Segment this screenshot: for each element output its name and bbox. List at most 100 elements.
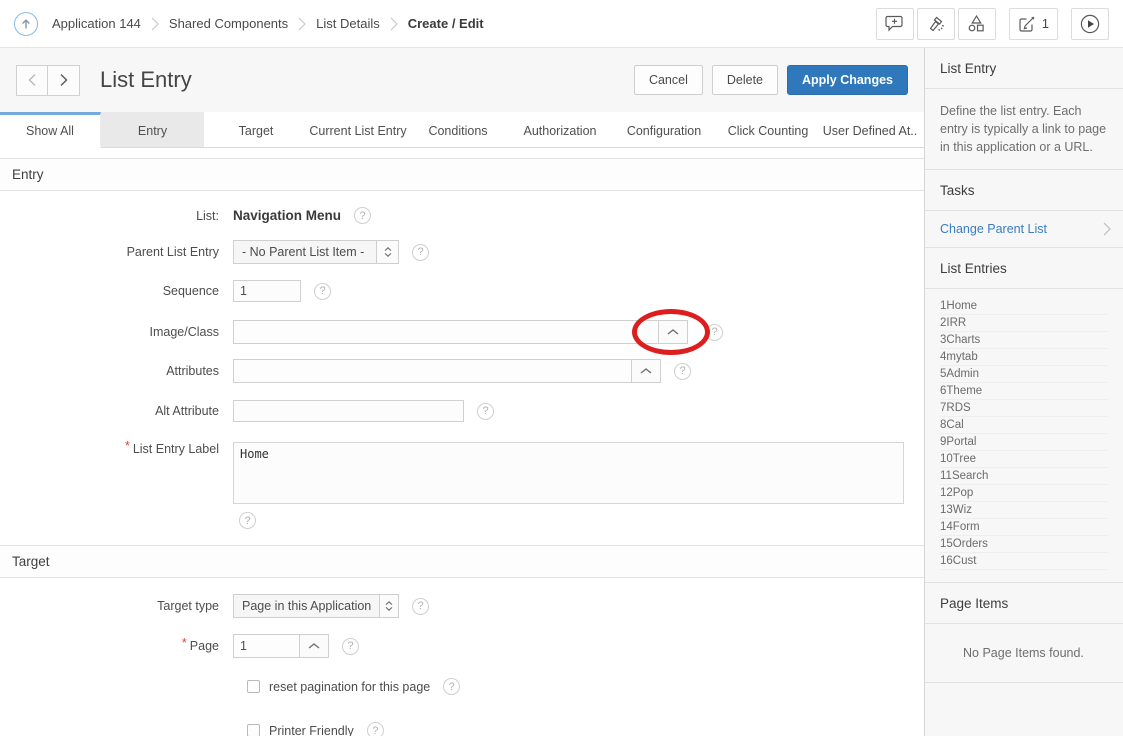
breadcrumb-separator-icon	[298, 16, 306, 32]
list-item[interactable]: 15Orders	[940, 536, 1108, 553]
run-application-button[interactable]	[1071, 8, 1109, 40]
tab-current-list-entry[interactable]: Current List Entry	[308, 112, 408, 147]
previous-entry-button[interactable]	[16, 65, 48, 96]
change-parent-list-link[interactable]: Change Parent List	[925, 211, 1123, 248]
image-class-label: Image/Class	[0, 325, 233, 339]
help-icon[interactable]: ?	[443, 678, 460, 695]
target-type-value: Page in this Application	[234, 599, 379, 613]
tab-click-counting[interactable]: Click Counting	[716, 112, 820, 147]
list-item[interactable]: 4mytab	[940, 349, 1108, 366]
edit-page-button[interactable]: 1	[1009, 8, 1058, 40]
list-item[interactable]: 3Charts	[940, 332, 1108, 349]
list-item[interactable]: 12Pop	[940, 485, 1108, 502]
required-marker: *	[182, 636, 187, 650]
entry-section-header: Entry	[0, 158, 924, 191]
list-item[interactable]: 7RDS	[940, 400, 1108, 417]
list-value: Navigation Menu	[233, 208, 341, 223]
target-type-select[interactable]: Page in this Application	[233, 594, 399, 618]
reset-pagination-label: reset pagination for this page	[269, 680, 430, 694]
tab-target[interactable]: Target	[204, 112, 308, 147]
next-entry-button[interactable]	[48, 65, 80, 96]
breadcrumb-shared-components[interactable]: Shared Components	[165, 16, 292, 31]
feedback-icon	[885, 15, 904, 32]
list-entries-list: 1Home 2IRR 3Charts 4mytab 5Admin 6Theme …	[925, 289, 1123, 583]
list-item[interactable]: 1Home	[940, 298, 1108, 315]
sidebar-about-title: List Entry	[925, 48, 1123, 89]
alt-attribute-label: Alt Attribute	[0, 404, 233, 418]
main-content: List Entry Cancel Delete Apply Changes S…	[0, 48, 924, 736]
tab-show-all[interactable]: Show All	[0, 112, 101, 148]
alt-attribute-input[interactable]	[233, 400, 464, 422]
right-sidebar: List Entry Define the list entry. Each e…	[924, 48, 1123, 736]
help-icon[interactable]: ?	[412, 598, 429, 615]
tab-authorization[interactable]: Authorization	[508, 112, 612, 147]
image-class-input[interactable]	[233, 320, 658, 344]
help-icon[interactable]: ?	[674, 363, 691, 380]
reset-pagination-checkbox[interactable]	[247, 680, 260, 693]
help-icon[interactable]: ?	[342, 638, 359, 655]
run-icon	[1080, 14, 1100, 34]
sequence-label: Sequence	[0, 284, 233, 298]
image-class-combo	[233, 320, 688, 344]
help-icon[interactable]: ?	[412, 244, 429, 261]
app-home-icon[interactable]	[14, 12, 38, 36]
list-item[interactable]: 10Tree	[940, 451, 1108, 468]
list-item[interactable]: 9Portal	[940, 434, 1108, 451]
list-entry-label-label: *List Entry Label	[0, 442, 233, 456]
spotlight-search-button[interactable]	[917, 8, 955, 40]
required-marker: *	[125, 439, 130, 453]
list-item[interactable]: 6Theme	[940, 383, 1108, 400]
edit-page-icon	[1018, 15, 1036, 33]
help-icon[interactable]: ?	[239, 512, 256, 529]
page-header: List Entry Cancel Delete Apply Changes	[0, 48, 924, 112]
feedback-button[interactable]	[876, 8, 914, 40]
cancel-button[interactable]: Cancel	[634, 65, 703, 95]
tab-configuration[interactable]: Configuration	[612, 112, 716, 147]
list-label: List:	[0, 209, 233, 223]
parent-list-entry-value: - No Parent List Item -	[234, 245, 376, 259]
page-input[interactable]	[233, 634, 299, 658]
list-item[interactable]: 8Cal	[940, 417, 1108, 434]
apply-changes-button[interactable]: Apply Changes	[787, 65, 908, 95]
help-icon[interactable]: ?	[314, 283, 331, 300]
list-item[interactable]: 2IRR	[940, 315, 1108, 332]
help-icon[interactable]: ?	[477, 403, 494, 420]
attributes-combo	[233, 359, 661, 383]
tab-conditions[interactable]: Conditions	[408, 112, 508, 147]
list-item[interactable]: 13Wiz	[940, 502, 1108, 519]
breadcrumb-application[interactable]: Application 144	[48, 16, 145, 31]
shared-components-button[interactable]	[958, 8, 996, 40]
edit-page-number: 1	[1042, 16, 1049, 31]
help-icon[interactable]: ?	[367, 722, 384, 736]
change-parent-list-label: Change Parent List	[940, 222, 1047, 236]
sidebar-about-description: Define the list entry. Each entry is typ…	[925, 89, 1123, 170]
list-entry-label-textarea[interactable]: Home	[233, 442, 904, 504]
tab-entry[interactable]: Entry	[101, 112, 204, 147]
list-item[interactable]: 16Cust	[940, 553, 1108, 570]
help-icon[interactable]: ?	[706, 324, 723, 341]
list-item[interactable]: 11Search	[940, 468, 1108, 485]
chevron-right-icon	[1103, 222, 1111, 236]
delete-button[interactable]: Delete	[712, 65, 778, 95]
list-item[interactable]: 5Admin	[940, 366, 1108, 383]
breadcrumb-create-edit: Create / Edit	[404, 16, 488, 31]
list-item[interactable]: 14Form	[940, 519, 1108, 536]
apex-list-entry-page: Application 144 Shared Components List D…	[0, 0, 1123, 736]
page-title: List Entry	[100, 67, 192, 93]
attributes-popup-button[interactable]	[631, 359, 661, 383]
sidebar-list-entries-title: List Entries	[925, 248, 1123, 289]
tab-user-defined[interactable]: User Defined At..	[820, 112, 920, 147]
help-icon[interactable]: ?	[354, 207, 371, 224]
image-class-popup-button[interactable]	[658, 320, 688, 344]
record-navigation	[16, 65, 80, 96]
parent-list-entry-label: Parent List Entry	[0, 245, 233, 259]
target-type-label: Target type	[0, 599, 233, 613]
breadcrumb-bar: Application 144 Shared Components List D…	[0, 0, 1123, 48]
sequence-input[interactable]	[233, 280, 301, 302]
printer-friendly-checkbox[interactable]	[247, 724, 260, 736]
breadcrumb-list-details[interactable]: List Details	[312, 16, 384, 31]
parent-list-entry-select[interactable]: - No Parent List Item -	[233, 240, 399, 264]
sidebar-tasks-title: Tasks	[925, 170, 1123, 211]
attributes-input[interactable]	[233, 359, 631, 383]
page-popup-button[interactable]	[299, 634, 329, 658]
